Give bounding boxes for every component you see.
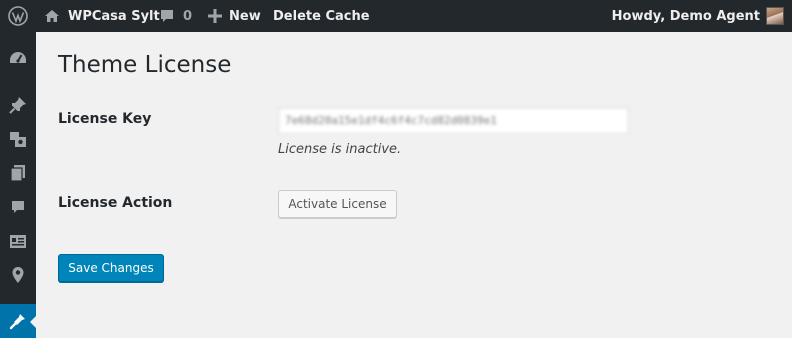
media-icon[interactable] xyxy=(0,122,36,156)
my-account-link[interactable]: Howdy, Demo Agent xyxy=(612,0,760,32)
new-content-link[interactable]: New xyxy=(208,0,261,32)
comments-link[interactable]: 0 xyxy=(159,0,192,32)
license-key-input[interactable]: 7e68d20a15e1df4c6f4c7cd82d0839e1 xyxy=(278,107,629,134)
site-name-link[interactable]: WPCasa Sylt xyxy=(44,0,160,32)
delete-cache-label: Delete Cache xyxy=(273,8,370,24)
avatar[interactable] xyxy=(766,7,784,25)
listings-icon[interactable] xyxy=(0,224,36,258)
home-icon xyxy=(44,8,60,24)
admin-menu xyxy=(0,32,36,338)
license-action-label: License Action xyxy=(58,195,173,211)
license-key-label: License Key xyxy=(58,111,152,127)
license-status-text: License is inactive. xyxy=(278,142,402,157)
comments-icon[interactable] xyxy=(0,190,36,224)
wordpress-logo-icon[interactable] xyxy=(8,0,28,32)
delete-cache-link[interactable]: Delete Cache xyxy=(273,0,370,32)
location-icon[interactable] xyxy=(0,258,36,292)
comment-icon xyxy=(159,8,175,24)
dashboard-icon[interactable] xyxy=(0,42,36,76)
greeting: Howdy, Demo Agent xyxy=(611,8,760,24)
pages-icon[interactable] xyxy=(0,156,36,190)
pin-icon[interactable] xyxy=(0,88,36,122)
appearance-icon[interactable] xyxy=(0,304,36,338)
admin-bar: WPCasa Sylt 0 New Delete Cache Howdy, De… xyxy=(0,0,792,32)
site-name: WPCasa Sylt xyxy=(68,8,160,24)
page-title: Theme License xyxy=(58,52,232,78)
activate-license-button[interactable]: Activate License xyxy=(278,190,397,218)
comments-count: 0 xyxy=(183,8,193,24)
save-changes-button[interactable]: Save Changes xyxy=(58,254,164,282)
plus-icon xyxy=(208,9,222,23)
new-label: New xyxy=(229,8,261,24)
